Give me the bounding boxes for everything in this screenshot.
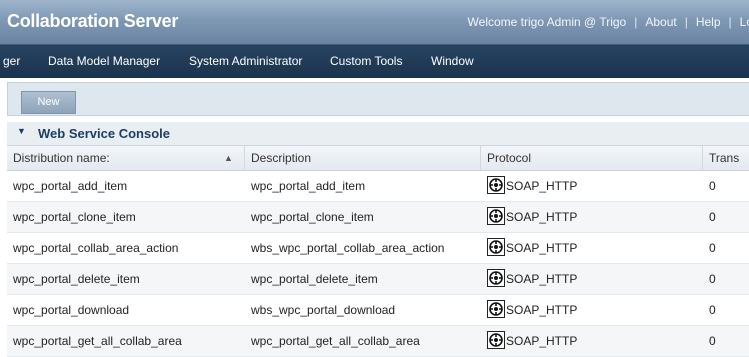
cell-protocol: SOAP_HTTP <box>481 326 703 356</box>
soap-protocol-icon <box>487 269 505 287</box>
content-area: New ▼ Web Service Console Distribution n… <box>0 78 749 357</box>
cell-description: wbs_wpc_portal_download <box>251 303 396 317</box>
soap-protocol-icon <box>487 331 505 349</box>
separator: | <box>728 15 732 29</box>
cell-trans: 0 <box>709 210 716 224</box>
cell-distribution-name[interactable]: wpc_portal_download <box>7 295 245 325</box>
cell-distribution-name[interactable]: wpc_portal_clone_item <box>7 202 245 232</box>
table-row[interactable]: wpc_portal_collab_area_action wbs_wpc_po… <box>7 233 749 264</box>
cell-trans: 0 <box>709 334 716 348</box>
menu-bar: ger Data Model Manager System Administra… <box>0 44 749 78</box>
panel-header[interactable]: ▼ Web Service Console <box>7 122 749 146</box>
table-row[interactable]: wpc_portal_clone_item wpc_portal_clone_i… <box>7 202 749 233</box>
column-header-description[interactable]: Description <box>245 146 481 170</box>
web-service-table: Distribution name: ▲ Description Protoco… <box>7 146 749 357</box>
cell-trans: 0 <box>709 179 716 193</box>
table-row[interactable]: wpc_portal_get_all_collab_area wpc_porta… <box>7 326 749 357</box>
panel-title: Web Service Console <box>38 126 170 141</box>
soap-protocol-icon <box>487 238 505 256</box>
cell-description: wpc_portal_add_item <box>251 179 366 193</box>
title-bar: Collaboration Server Welcome trigo Admin… <box>0 0 749 44</box>
protocol-label: SOAP_HTTP <box>506 303 578 317</box>
sort-ascending-icon: ▲ <box>224 153 233 163</box>
cell-trans: 0 <box>709 241 716 255</box>
cell-protocol: SOAP_HTTP <box>481 295 703 325</box>
protocol-label: SOAP_HTTP <box>506 272 578 286</box>
column-header-distribution-name[interactable]: Distribution name: ▲ <box>7 146 245 170</box>
cell-protocol: SOAP_HTTP <box>481 202 703 232</box>
protocol-label: SOAP_HTTP <box>506 334 578 348</box>
cell-distribution-name[interactable]: wpc_portal_collab_area_action <box>7 233 245 263</box>
soap-protocol-icon <box>487 300 505 318</box>
cell-description: wpc_portal_clone_item <box>251 210 374 224</box>
separator: | <box>684 15 688 29</box>
welcome-text: Welcome trigo Admin @ Trigo <box>467 15 627 29</box>
cell-trans: 0 <box>709 272 716 286</box>
table-row[interactable]: wpc_portal_download wbs_wpc_portal_downl… <box>7 295 749 326</box>
cell-protocol: SOAP_HTTP <box>481 233 703 263</box>
toolbar: New <box>7 82 749 116</box>
soap-protocol-icon <box>487 176 505 194</box>
app-title: Collaboration Server <box>7 11 179 31</box>
protocol-label: SOAP_HTTP <box>506 179 578 193</box>
new-button[interactable]: New <box>21 91 76 114</box>
separator: | <box>634 15 638 29</box>
cell-description: wpc_portal_get_all_collab_area <box>251 334 420 348</box>
logout-link[interactable]: Lo <box>740 15 749 29</box>
cell-distribution-name[interactable]: wpc_portal_add_item <box>7 171 245 201</box>
table-header: Distribution name: ▲ Description Protoco… <box>7 146 749 171</box>
cell-protocol: SOAP_HTTP <box>481 264 703 294</box>
cell-description: wpc_portal_delete_item <box>251 272 378 286</box>
table-row[interactable]: wpc_portal_delete_item wpc_portal_delete… <box>7 264 749 295</box>
cell-distribution-name[interactable]: wpc_portal_delete_item <box>7 264 245 294</box>
column-header-trans[interactable]: Trans <box>703 146 749 170</box>
column-header-protocol[interactable]: Protocol <box>481 146 703 170</box>
menu-item-data-model-manager[interactable]: Data Model Manager <box>48 54 160 68</box>
menu-item-window[interactable]: Window <box>431 54 474 68</box>
protocol-label: SOAP_HTTP <box>506 210 578 224</box>
cell-protocol: SOAP_HTTP <box>481 171 703 201</box>
help-link[interactable]: Help <box>696 15 721 29</box>
menu-item-custom-tools[interactable]: Custom Tools <box>330 54 402 68</box>
cell-description: wbs_wpc_portal_collab_area_action <box>251 241 445 255</box>
column-header-label: Distribution name: <box>13 151 110 165</box>
soap-protocol-icon <box>487 207 505 225</box>
protocol-label: SOAP_HTTP <box>506 241 578 255</box>
menu-item-manager[interactable]: ger <box>3 54 20 68</box>
header-links: Welcome trigo Admin @ Trigo | About | Help | L… <box>468 15 749 29</box>
about-link[interactable]: About <box>645 15 676 29</box>
cell-distribution-name[interactable]: wpc_portal_get_all_collab_area <box>7 326 245 356</box>
cell-trans: 0 <box>709 303 716 317</box>
menu-item-system-administrator[interactable]: System Administrator <box>189 54 302 68</box>
table-row[interactable]: wpc_portal_add_item wpc_portal_add_item … <box>7 171 749 202</box>
collapse-triangle-icon[interactable]: ▼ <box>17 126 26 136</box>
